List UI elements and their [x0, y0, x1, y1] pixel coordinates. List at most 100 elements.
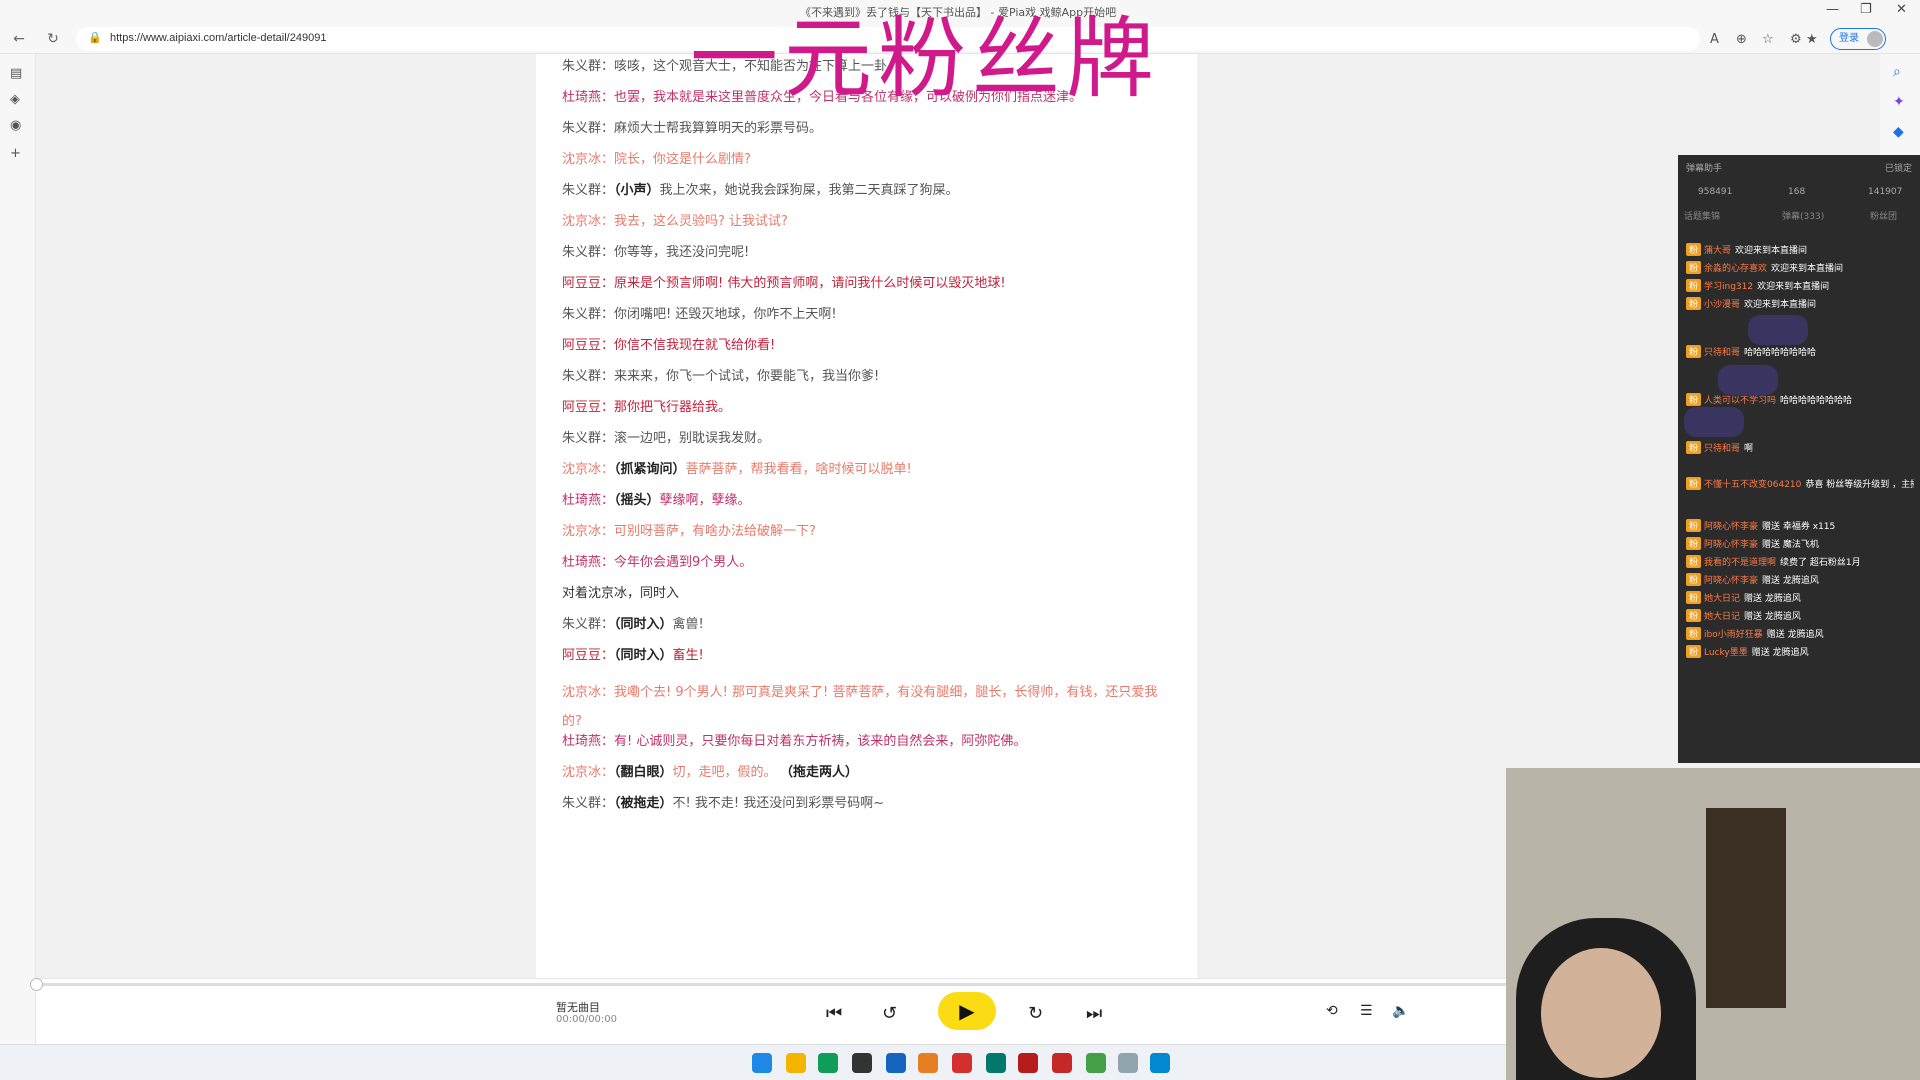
read-aloud-icon[interactable]: A — [1710, 32, 1719, 47]
add-icon[interactable]: + — [10, 146, 21, 161]
fan-badge-icon: 粉 — [1686, 555, 1702, 568]
tab-icon[interactable]: ▤ — [10, 66, 22, 81]
speaker-name: 沈京冰： — [562, 765, 615, 780]
chat-username[interactable]: 小沙漫哥 — [1704, 300, 1740, 310]
chat-username[interactable]: 她大日记 — [1704, 612, 1740, 622]
chat-tab-danmu[interactable]: 弹幕(333) — [1782, 209, 1824, 222]
chat-username[interactable]: 阿晓心怀李豪 — [1704, 576, 1758, 586]
script-line: 阿豆豆：原来是个预言师啊! 伟大的预言师啊，请问我什么时候可以毁灭地球! — [562, 275, 1006, 293]
stage-direction: （同时入） — [614, 648, 673, 663]
maximize-icon[interactable]: ❐ — [1860, 2, 1872, 17]
chat-message: 粉她大日记 赠送 龙腾追风 — [1686, 591, 1914, 604]
script-line: 对着沈京冰，同时入 — [562, 585, 679, 603]
script-line: 沈京冰：我嘞个去! 9个男人! 那可真是爽呆了! 菩萨菩萨，有没有腿细，腿长，长… — [562, 678, 1172, 736]
zoom-icon[interactable]: ⊕ — [1736, 32, 1747, 47]
fan-badge-icon: 粉 — [1686, 645, 1702, 658]
script-line: 朱义群：（小声）我上次来，她说我会踩狗屎，我第二天真踩了狗屎。 — [562, 182, 959, 200]
chat-username[interactable]: 我看的不是道理啊 — [1704, 558, 1776, 568]
playlist-icon[interactable]: ☰ — [1360, 1003, 1373, 1019]
chat-message: 粉只待和哥 哈哈哈哈哈哈哈哈 — [1686, 345, 1914, 358]
app-icon[interactable]: ◈ — [10, 92, 20, 107]
dialogue-text: 孽缘啊，孽缘。 — [659, 493, 751, 508]
speaker-name: 杜琦燕： — [562, 734, 615, 749]
chat-text: 赠送 幸福券 x115 — [1762, 522, 1836, 532]
login-button[interactable]: 登录 — [1830, 28, 1886, 50]
fan-badge-icon: 粉 — [1686, 609, 1702, 622]
streamer-face — [1541, 948, 1661, 1078]
netease-music-icon[interactable] — [952, 1053, 972, 1073]
chat-text: 赠送 龙腾追风 — [1744, 594, 1801, 604]
chat-tab-topics[interactable]: 话题集锦 — [1684, 209, 1720, 222]
chat-username[interactable]: Lucky墨墨 — [1704, 648, 1748, 658]
forward-icon[interactable]: ↻ — [1028, 1003, 1043, 1024]
chat-text: 欢迎来到本直播间 — [1771, 264, 1844, 274]
chat-message: 粉 Lucky墨墨 赠送 龙腾追风 — [1686, 645, 1914, 658]
search-taskbar-icon[interactable] — [1118, 1053, 1138, 1073]
chat-text: 赠送 龙腾追风 — [1744, 612, 1801, 622]
next-icon[interactable]: ⏭ — [1086, 1003, 1102, 1024]
tag-icon[interactable]: ◆ — [1893, 124, 1904, 140]
script-line: 朱义群：你等等，我还没问完呢! — [562, 244, 749, 262]
chat-text: 赠送 魔法飞机 — [1762, 540, 1819, 550]
chat-header: 弹幕助手 — [1686, 164, 1723, 174]
app-icon-a[interactable] — [886, 1053, 906, 1073]
repeat-icon[interactable]: ⟲ — [1326, 1003, 1338, 1019]
favorites-icon[interactable]: ★ — [1806, 32, 1818, 47]
progress-bar[interactable] — [30, 978, 1506, 991]
app-icon-b[interactable] — [918, 1053, 938, 1073]
chat-text: 欢迎来到本直播间 — [1735, 246, 1808, 256]
progress-knob[interactable] — [30, 978, 43, 991]
chat-lock-status[interactable]: 已锁定 — [1885, 161, 1912, 174]
start-icon[interactable] — [752, 1053, 772, 1073]
stage-direction: （拖走两人） — [786, 765, 859, 780]
app-icon-e[interactable] — [1052, 1053, 1072, 1073]
chat-username[interactable]: 只待和哥 — [1704, 444, 1740, 454]
dialogue-text: 有! 心诚则灵，只要你每日对着东方祈祷，该来的自然会来，阿弥陀佛。 — [614, 734, 1027, 749]
speaker-name: 阿豆豆： — [562, 276, 615, 291]
previous-icon[interactable]: ⏮ — [826, 1003, 842, 1024]
chat-username[interactable]: 人类可以不学习吗 — [1704, 396, 1776, 406]
chat-text: 啊 — [1744, 444, 1754, 454]
chat-username[interactable]: 她大日记 — [1704, 594, 1740, 604]
chat-username[interactable]: 蒲大哥 — [1704, 246, 1731, 256]
live-chat-panel: 弹幕助手 已锁定 958491 168 141907 话题集锦 弹幕(333) … — [1678, 155, 1920, 763]
edge-icon[interactable] — [818, 1053, 838, 1073]
refresh-icon[interactable]: ↻ — [44, 30, 62, 48]
play-button[interactable]: ▶ — [938, 992, 996, 1030]
chat-message: 粉阿晓心怀李豪 赠送 幸福券 x115 — [1686, 519, 1914, 532]
wechat-icon[interactable] — [1086, 1053, 1106, 1073]
chat-text: 欢迎来到本直播间 — [1744, 300, 1817, 310]
minimize-icon[interactable]: — — [1826, 2, 1839, 17]
close-icon[interactable]: ✕ — [1896, 2, 1907, 17]
chat-tab-fans[interactable]: 粉丝团 — [1870, 209, 1897, 222]
search-icon[interactable]: ⌕ — [1893, 64, 1901, 80]
copilot-icon[interactable]: ✦ — [1893, 94, 1905, 110]
dialogue-text: 不! 我不走! 我还没问到彩票号码啊~ — [672, 796, 885, 811]
favorite-add-icon[interactable]: ☆ — [1762, 32, 1774, 47]
speaker-name: 朱义群： — [562, 59, 615, 74]
chat-message: 粉 ibo小雨好狂暴 赠送 龙腾追风 — [1686, 627, 1914, 640]
chat-message: 粉小沙漫哥 欢迎来到本直播间 — [1686, 297, 1914, 310]
app-icon-d[interactable] — [1018, 1053, 1038, 1073]
app-active-icon[interactable]: ◉ — [10, 118, 21, 133]
chat-username[interactable]: 阿晓心怀李豪 — [1704, 540, 1758, 550]
extensions-icon[interactable]: ⚙ — [1790, 32, 1802, 47]
rewind-icon[interactable]: ↺ — [882, 1003, 897, 1024]
dialogue-text: 畜生! — [672, 648, 704, 663]
chat-username[interactable]: 只待和哥 — [1704, 348, 1740, 358]
volume-icon[interactable]: 🔈 — [1392, 1003, 1409, 1019]
chat-username[interactable]: 不懂十五不改变064210 — [1704, 480, 1801, 490]
chat-username[interactable]: 余淼的心存喜欢 — [1704, 264, 1767, 274]
chat-username[interactable]: 学习ing312 — [1704, 282, 1753, 292]
dialogue-text: 切，走吧，假的。 — [672, 765, 777, 780]
back-icon[interactable]: ← — [10, 30, 28, 48]
app-icon-c[interactable] — [986, 1053, 1006, 1073]
app-icon-f[interactable] — [1150, 1053, 1170, 1073]
speaker-name: 朱义群： — [562, 369, 615, 384]
script-line: 朱义群：（被拖走）不! 我不走! 我还没问到彩票号码啊~ — [562, 795, 884, 813]
chat-username[interactable]: ibo小雨好狂暴 — [1704, 630, 1763, 640]
explorer-icon[interactable] — [786, 1053, 806, 1073]
chat-username[interactable]: 阿晓心怀李豪 — [1704, 522, 1758, 532]
music-player: 暂无曲目 00:00/00:00 ⏮ ↺ ▶ ↻ ⏭ ⟲ ☰ 🔈 — [36, 978, 1506, 1044]
obs-icon[interactable] — [852, 1053, 872, 1073]
